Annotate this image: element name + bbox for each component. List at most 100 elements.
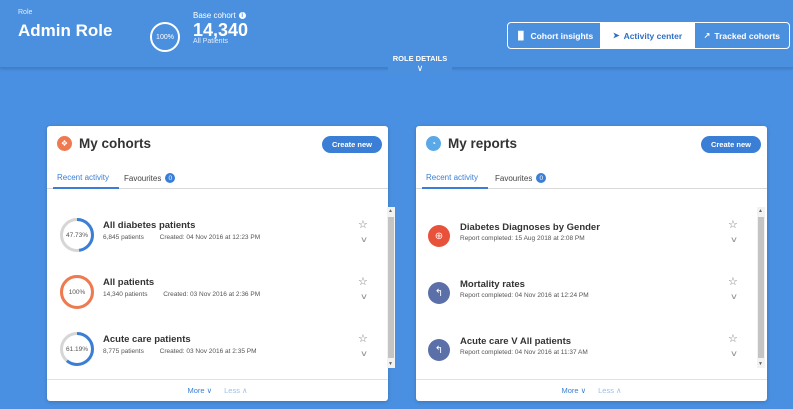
more-link[interactable]: More ∨ bbox=[187, 386, 212, 395]
cohort-patient-count: 6,845 patients bbox=[103, 234, 144, 241]
chevron-down-icon[interactable]: ∨ bbox=[730, 235, 738, 244]
more-link[interactable]: More ∨ bbox=[561, 386, 586, 395]
report-list-item[interactable]: ⊕ Diabetes Diagnoses by Gender Report co… bbox=[416, 208, 767, 258]
cohort-created-date: Created: 03 Nov 2016 at 2:36 PM bbox=[163, 291, 261, 298]
scroll-down-icon[interactable]: ▼ bbox=[388, 361, 393, 367]
reports-icon: ◔ bbox=[426, 136, 441, 151]
tab-label: Favourites bbox=[495, 173, 533, 183]
my-cohorts-card: ❖ My cohorts Create new Recent activity … bbox=[47, 126, 395, 401]
cohort-list-item[interactable]: 61.19% Acute care patients 8,775 patient… bbox=[47, 322, 388, 372]
report-tabs: Recent activity Favourites 0 bbox=[416, 168, 767, 189]
cohort-name[interactable]: All patients bbox=[103, 277, 154, 288]
tab-tracked-cohorts[interactable]: ↗ Tracked cohorts bbox=[693, 23, 789, 48]
base-cohort-subtitle: All Patients bbox=[193, 38, 229, 45]
scroll-up-icon[interactable]: ▲ bbox=[388, 208, 393, 214]
tab-favourites[interactable]: Favourites 0 bbox=[124, 173, 176, 183]
less-link[interactable]: Less ∧ bbox=[224, 386, 247, 395]
plus-icon: ⊕ bbox=[428, 225, 450, 247]
more-label: More bbox=[561, 386, 579, 395]
tab-label: Favourites bbox=[124, 173, 162, 183]
active-tab-underline bbox=[422, 187, 488, 189]
top-nav: ▐▌ Cohort insights ➤ Activity center ↗ T… bbox=[507, 22, 790, 49]
star-icon[interactable]: ☆ bbox=[728, 275, 738, 288]
create-new-report-button[interactable]: Create new bbox=[700, 136, 761, 153]
card-title: My cohorts bbox=[79, 136, 152, 151]
role-label: Role bbox=[18, 9, 33, 16]
cohort-meta: 6,845 patients Created: 04 Nov 2016 at 1… bbox=[103, 234, 260, 241]
favourites-count-badge: 0 bbox=[165, 173, 176, 183]
tab-recent-activity[interactable]: Recent activity bbox=[426, 173, 478, 182]
chevron-down-icon: ∨ bbox=[416, 63, 424, 73]
report-name[interactable]: Acute care V All patients bbox=[460, 336, 571, 347]
scrollbar-thumb[interactable] bbox=[758, 217, 764, 358]
tab-activity-center[interactable]: ➤ Activity center bbox=[600, 23, 694, 48]
report-name[interactable]: Diabetes Diagnoses by Gender bbox=[460, 222, 600, 233]
track-icon: ↗ bbox=[703, 31, 711, 40]
star-icon[interactable]: ☆ bbox=[358, 218, 368, 231]
info-icon[interactable]: i bbox=[238, 12, 246, 19]
chevron-down-icon[interactable]: ∨ bbox=[360, 349, 368, 358]
send-icon: ➤ bbox=[612, 31, 620, 40]
report-list-item[interactable]: ↰ Acute care V All patients Report compl… bbox=[416, 322, 767, 372]
base-cohort-label-row: Base cohort i bbox=[193, 11, 246, 20]
star-icon[interactable]: ☆ bbox=[358, 332, 368, 345]
cohort-name[interactable]: Acute care patients bbox=[103, 334, 191, 345]
cohort-meta: 8,775 patients Created: 03 Nov 2016 at 2… bbox=[103, 348, 257, 355]
cohort-created-date: Created: 03 Nov 2016 at 2:35 PM bbox=[159, 348, 257, 355]
create-new-cohort-button[interactable]: Create new bbox=[321, 136, 382, 153]
tab-label: Cohort insights bbox=[530, 30, 594, 41]
chevron-down-icon[interactable]: ∨ bbox=[360, 235, 368, 244]
scroll-down-icon[interactable]: ▼ bbox=[758, 361, 763, 367]
cohort-percent: 47.73% bbox=[65, 231, 89, 239]
tab-label: Activity center bbox=[623, 30, 683, 41]
star-icon[interactable]: ☆ bbox=[358, 275, 368, 288]
cohort-name[interactable]: All diabetes patients bbox=[103, 220, 195, 231]
cohort-created-date: Created: 04 Nov 2016 at 12:23 PM bbox=[159, 234, 261, 241]
more-label: More bbox=[187, 386, 205, 395]
cohort-list-item[interactable]: 47.73% All diabetes patients 6,845 patie… bbox=[47, 208, 388, 258]
cohort-meta: 14,340 patients Created: 03 Nov 2016 at … bbox=[103, 291, 260, 298]
less-label: Less bbox=[224, 386, 240, 395]
reply-icon: ↰ bbox=[428, 282, 450, 304]
scroll-up-icon[interactable]: ▲ bbox=[758, 208, 763, 214]
cohort-percent: 61.19% bbox=[65, 345, 89, 353]
chevron-down-icon[interactable]: ∨ bbox=[730, 349, 738, 358]
cohort-patient-count: 14,340 patients bbox=[103, 291, 148, 298]
cohort-list-footer: More ∨ Less ∧ bbox=[47, 379, 388, 401]
star-icon[interactable]: ☆ bbox=[728, 218, 738, 231]
report-completed-date: Report completed: 04 Nov 2016 at 12:24 P… bbox=[460, 292, 589, 299]
cohort-list-item[interactable]: 100% All patients 14,340 patients Create… bbox=[47, 265, 388, 315]
active-tab-underline bbox=[53, 187, 119, 189]
base-cohort-ring: 100% bbox=[150, 22, 180, 52]
base-cohort-label: Base cohort bbox=[193, 11, 236, 20]
chevron-down-icon[interactable]: ∨ bbox=[730, 292, 738, 301]
card-header: ◔ My reports bbox=[426, 136, 517, 151]
cohort-percent: 100% bbox=[68, 288, 86, 296]
report-name[interactable]: Mortality rates bbox=[460, 279, 525, 290]
chevron-down-icon[interactable]: ∨ bbox=[360, 292, 368, 301]
reply-icon: ↰ bbox=[428, 339, 450, 361]
tab-label: Tracked cohorts bbox=[714, 30, 781, 41]
base-cohort-percent: 100% bbox=[156, 33, 174, 41]
role-details-toggle[interactable]: ROLE DETAILS ∨ bbox=[388, 54, 452, 74]
star-icon[interactable]: ☆ bbox=[728, 332, 738, 345]
card-header: ❖ My cohorts bbox=[57, 136, 151, 151]
less-label: Less bbox=[598, 386, 614, 395]
tab-favourites[interactable]: Favourites 0 bbox=[495, 173, 547, 183]
cohort-tabs: Recent activity Favourites 0 bbox=[47, 168, 388, 189]
report-list-footer: More ∨ Less ∧ bbox=[416, 379, 767, 401]
report-completed-date: Report completed: 15 Aug 2018 at 2:08 PM bbox=[460, 235, 585, 242]
scrollbar-thumb[interactable] bbox=[388, 217, 394, 358]
tab-label: Recent activity bbox=[426, 173, 479, 182]
report-completed-date: Report completed: 04 Nov 2016 at 11:37 A… bbox=[460, 349, 588, 356]
report-list-scrollbar[interactable]: ▲ ▼ bbox=[757, 207, 765, 368]
tab-cohort-insights[interactable]: ▐▌ Cohort insights bbox=[508, 23, 600, 48]
cohorts-icon: ❖ bbox=[57, 136, 72, 151]
bar-chart-icon: ▐▌ bbox=[515, 31, 527, 40]
tab-recent-activity[interactable]: Recent activity bbox=[57, 173, 109, 182]
cohort-list-scrollbar[interactable]: ▲ ▼ bbox=[387, 207, 395, 368]
report-list-item[interactable]: ↰ Mortality rates Report completed: 04 N… bbox=[416, 265, 767, 315]
less-link[interactable]: Less ∧ bbox=[598, 386, 621, 395]
my-reports-card: ◔ My reports Create new Recent activity … bbox=[416, 126, 767, 401]
role-value: Admin Role bbox=[18, 21, 113, 40]
